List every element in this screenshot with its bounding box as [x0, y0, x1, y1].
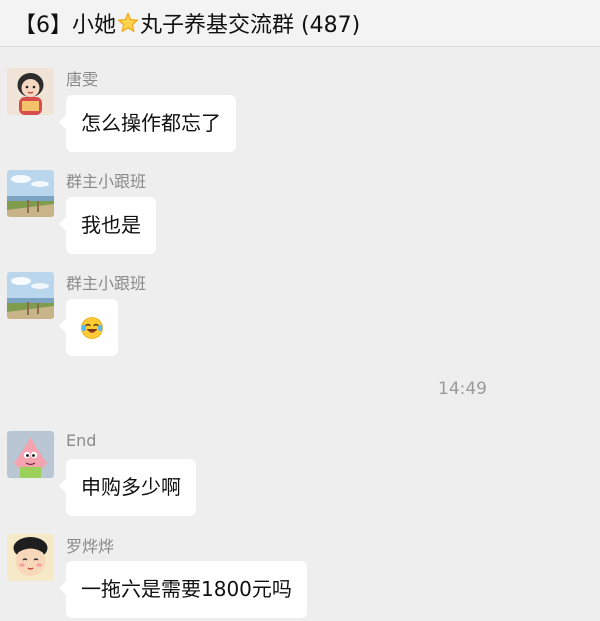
message-bubble-emoji[interactable] [59, 299, 118, 356]
group-title-suffix: 丸子养基交流群 (487) [140, 13, 361, 38]
beach-landscape-avatar-icon [7, 170, 54, 217]
avatar-cartoon-face[interactable] [7, 534, 54, 581]
avatar-beach[interactable] [7, 170, 54, 217]
sender-name: End [66, 431, 97, 450]
laughing-tears-emoji-icon [81, 317, 103, 339]
message-timestamp: 14:49 [438, 379, 487, 399]
message-bubble[interactable]: 一拖六是需要1800元吗 [59, 561, 307, 618]
sender-name: 唐雯 [66, 70, 99, 89]
cartoon-face-avatar-icon [7, 534, 54, 581]
group-title[interactable]: 【6】小她 丸子养基交流群 (487) [14, 7, 360, 39]
avatar-patrick-star[interactable] [7, 431, 54, 478]
chat-header: 【6】小她 丸子养基交流群 (487) [0, 0, 600, 47]
sender-name: 群主小跟班 [66, 172, 147, 191]
message-bubble[interactable]: 我也是 [59, 197, 156, 254]
group-title-prefix: 【6】小她 [14, 13, 116, 38]
star-icon [117, 12, 139, 32]
patrick-star-avatar-icon [7, 431, 54, 478]
sender-name: 群主小跟班 [66, 274, 147, 293]
message-bubble[interactable]: 怎么操作都忘了 [59, 95, 236, 152]
avatar-cartoon-girl[interactable] [7, 68, 54, 115]
beach-landscape-avatar-icon [7, 272, 54, 319]
message-list[interactable]: 唐雯 怎么操作都忘了 群主小跟班 我也是 群主小跟班 14:49 End 申购多… [0, 47, 600, 621]
message-bubble[interactable]: 申购多少啊 [59, 459, 196, 516]
sender-name: 罗烨烨 [66, 537, 115, 556]
cartoon-girl-avatar-icon [7, 68, 54, 115]
avatar-beach[interactable] [7, 272, 54, 319]
